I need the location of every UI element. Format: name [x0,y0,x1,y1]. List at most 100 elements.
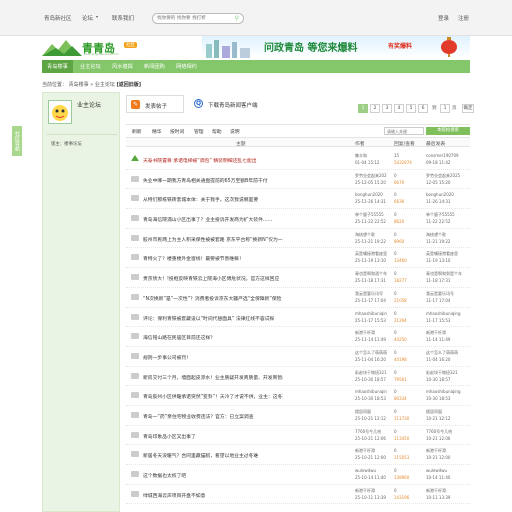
page-2-button[interactable]: 2 [370,104,380,113]
last-poster[interactable]: 新港干杆滑 [426,329,470,336]
nav-item-dating[interactable]: 网络相约 [176,63,197,70]
table-row[interactable]: 贵京债大！!投框反映青铁云上院海小区傅危状况。官方这样回应 青也是啊和酒个车 25-… [126,268,470,288]
nav-item-fengshui[interactable]: 风水堪舆 [112,63,133,70]
last-poster[interactable]: wulewdwu [426,467,470,474]
thread-title[interactable]: 天泰书院置尊 承诺电梯被“调包” 精装明细还乱七能出 [143,157,283,164]
thread-author[interactable]: mhaoshibuniqin [355,310,393,317]
thread-author[interactable]: 青也是啊和酒个车 [355,270,393,277]
thread-author[interactable]: 7760号今几哈 [355,428,393,435]
thread-author[interactable]: 这个怎么了萌萌萌 [355,349,393,356]
thread-title[interactable]: “N次换新”是“一次性”？消费者投诉京东大疆严选“全保障新”保险 [143,295,283,302]
thread-title[interactable]: 青特火了？楼重楼外金窗线！最要被节善唯嘛！ [143,255,283,262]
last-poster[interactable]: 7760号今几哈 [426,428,470,435]
thread-author[interactable]: bonghun2020 [355,191,393,198]
last-poster[interactable]: mhaoshibuniqing [426,388,470,395]
top-link-forum[interactable]: 论坛 [82,14,93,22]
login-link[interactable]: 登录 [438,14,449,22]
thread-author[interactable]: 单个量子55555 [355,211,393,218]
thread-title[interactable]: 新居冬天没暖气？合同里藏猫腻，看望以地业主过冬难 [143,452,283,459]
last-poster[interactable]: consmer190709 [426,152,470,159]
last-poster[interactable]: 新港干杆滑 [426,487,470,494]
last-poster[interactable]: 单个量子55555 [426,211,470,218]
filter-digest[interactable]: 精华 [152,128,162,135]
thread-author[interactable]: 海核望个款 [355,231,393,238]
last-poster[interactable]: 英是嘴接港看座里 [426,250,470,257]
thread-author[interactable]: 新港干杆滑 [355,447,393,454]
filter-refresh[interactable]: 刷新 [132,128,142,135]
last-poster[interactable]: 这个怎么了萌萌萌 [426,349,470,356]
thread-author[interactable]: 罗劳业会起来202 [355,172,393,179]
top-search-input[interactable] [157,14,235,23]
filter-notes[interactable]: 说明 [230,128,240,135]
download-app-button[interactable]: Q 下载青岛新闻客户端 [192,95,282,113]
thread-author[interactable]: 集丰和 [355,152,393,159]
thread-title[interactable]: 青岛胶州小区供暖承诺突然“变卦”！天冷了才说不供，业主：这冬天咋 [143,393,283,400]
table-row[interactable]: 新居冬天没暖气？合同里藏猫腻，看望以地业主过冬难 新港干杆滑 25-10-21 12… [126,445,470,465]
forum-search-input[interactable] [385,128,423,134]
thread-author[interactable]: 楼居同窗 [355,408,393,415]
thread-title[interactable]: 青岛海信院浦山小区出事了？业主投诉开发商为扩大装件…… [143,216,283,223]
table-row[interactable]: 失业中哪一期我方青岛相关通盘提前的65万至额B年前干付 罗劳业会起来202 25-1… [126,170,470,190]
table-row[interactable]: 绿城西海云声项目开盘不如意 新港干杆滑 25-10-11 13:39 0 143196 新… [126,485,470,505]
filter-manage[interactable]: 管理 [194,128,204,135]
page-6-button[interactable]: 6 [418,104,428,113]
nav-item-groupbuy[interactable]: 新闻团购 [144,63,165,70]
thread-title[interactable]: 海信铭山路在民居区目前还这样？ [143,334,283,341]
table-row[interactable]: 青岛胶州小区供暖承诺突然“变卦”！天冷了才说不供，业主：这冬天咋 mhaoshib… [126,386,470,406]
top-link-community[interactable]: 青岛新社区 [44,14,72,22]
thread-title[interactable]: 规则一步事公司被罚！ [143,354,283,361]
last-poster[interactable]: 我云是要乐讯号 [426,290,470,297]
thread-title[interactable]: 青岛一“药”亲住宅物业收费违法？官方：已立案调查 [143,413,283,420]
breadcrumb-item-forum[interactable]: 业主论坛 [95,82,115,88]
last-poster[interactable]: bonghun2020 [426,191,470,198]
page-jump-go-button[interactable]: 确定 [462,104,474,113]
thread-author[interactable]: 彩赵块干物班321 [355,369,393,376]
thread-author[interactable]: 我云是要乐讯号 [355,290,393,297]
banner-ad[interactable]: 问政青岛 等您来爆料 有奖爆料 [202,36,470,58]
last-poster[interactable]: 楼居同窗 [426,408,470,415]
page-jump-input[interactable]: 1 [440,104,450,113]
table-row[interactable]: 这个数据也太权了吧 wulewdwu 25-10-14 11:40 0 138960 wu… [126,465,470,485]
forum-search-button[interactable]: 本版帖搜索 [426,127,470,135]
new-post-button[interactable]: ✎ 发表帖子 [126,95,184,113]
nav-item-owners[interactable]: 业主论坛 [80,63,101,70]
filter-by-time[interactable]: 按时间 [170,128,184,135]
table-row[interactable]: 评论：保利青铁被套藏设以“时间代替面具” 法律红线不容试探 mhaoshibuni… [126,308,470,328]
table-row[interactable]: 青岛印象品小区又出事了 7760号今几哈 25-10-21 12:06 0 113450… [126,426,470,446]
community-nav-tab[interactable]: 社区导航 [12,126,22,156]
page-4-button[interactable]: 4 [394,104,404,113]
last-poster[interactable]: 新港干杆滑 [426,447,470,454]
last-poster[interactable]: 彩赵块干物班321 [426,369,470,376]
thread-title[interactable]: 青岛印象品小区又出事了 [143,433,283,440]
page-5-button[interactable]: 5 [406,104,416,113]
thread-author[interactable]: 英是嘴接港看座里 [355,250,393,257]
back-old-version-link[interactable]: [返回旧版] [116,82,141,88]
table-row[interactable]: “N次换新”是“一次性”？消费者投诉京东大疆严选“全保障新”保险 我云是要乐讯号 2… [126,288,470,308]
table-row[interactable]: 天泰书院置尊 承诺电梯被“调包” 精装明细还乱七能出 集丰和 01-04 15:12… [126,150,470,170]
table-row[interactable]: 从特们那栋铁砖套城本体：关于我手。这次我说哪里要 bonghun2020 25-11… [126,189,470,210]
filter-help[interactable]: 帮助 [212,128,222,135]
last-poster[interactable]: 罗劳业会起来2025 [426,172,470,179]
page-3-button[interactable]: 3 [382,104,392,113]
register-link[interactable]: 注册 [458,14,469,22]
table-row[interactable]: 青岛一“药”亲住宅物业收费违法？官方：已立案调查 楼居同窗 25-10-21 12:… [126,406,470,426]
table-row[interactable]: 规则一步事公司被罚！ 这个怎么了萌萌萌 25-11-04 16:20 0 44198 这个… [126,347,470,367]
table-row[interactable]: 青特火了？楼重楼外金窗线！最要被节善唯嘛！ 英是嘴接港看座里 25-11-19 13… [126,248,470,269]
table-row[interactable]: 青岛海信院浦山小区出事了？业主投诉开发商为扩大装件…… 单个量子55555 25-1… [126,209,470,229]
thread-title[interactable]: 这个数据也太权了吧 [143,472,283,479]
thread-author[interactable]: wulewdwu [355,467,393,474]
thread-title[interactable]: 新房交付三个月，墙面起皮渗水！业主质疑开发商质量、开发商暂未回应 [143,374,283,381]
last-poster[interactable]: mhaoshibuniqing [426,310,470,317]
thread-title[interactable]: 失业中哪一期我方青岛相关通盘提前的65万至额B年前干付 [143,177,283,184]
search-icon[interactable]: ⚲ [235,15,239,22]
top-link-contact[interactable]: 联系我们 [112,14,134,22]
table-row[interactable]: 海信铭山路在民居区目前还这样？ 新港干杆滑 25-11-14 11:49 0 44250… [126,327,470,347]
last-poster[interactable]: 海核望个款 [426,231,470,238]
thread-title[interactable]: 胶州市民两上为主人积采保性被被套路 京东平台称“换新N”仅为一次 [143,236,283,243]
nav-item-loushi[interactable]: 青岛楼事 [42,60,73,73]
table-row[interactable]: 新房交付三个月，墙面起皮渗水！业主质疑开发商质量、开发商暂未回应 彩赵块干物班32… [126,367,470,387]
thread-author[interactable]: mhaoshibuniqin [355,388,393,395]
page-1-button[interactable]: 1 [358,104,368,113]
thread-title[interactable]: 从特们那栋铁砖套城本体：关于我手。这次我说哪里要 [143,196,283,203]
thread-title[interactable]: 贵京债大！!投框反映青铁云上院海小区傅危状况。官方这样回应 [143,275,283,282]
